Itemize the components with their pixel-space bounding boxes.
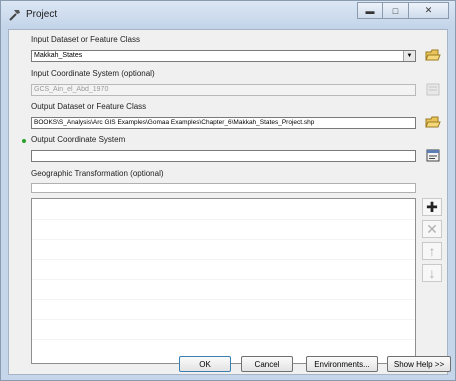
open-folder-icon bbox=[425, 116, 441, 127]
input-dataset-browse-button[interactable] bbox=[423, 47, 443, 63]
list-row-divider bbox=[32, 259, 415, 260]
output-dataset-field[interactable]: BOOKS\S_Analysis\Arc GIS Examples\Gomaa … bbox=[31, 117, 416, 129]
geo-transform-combo[interactable] bbox=[31, 183, 416, 193]
output-coord-label: Output Coordinate System bbox=[31, 135, 126, 144]
list-row-divider bbox=[32, 299, 415, 300]
input-coord-properties-button bbox=[423, 81, 443, 97]
show-help-button[interactable]: Show Help >> bbox=[387, 356, 451, 372]
close-icon: ✕ bbox=[424, 5, 433, 15]
output-dataset-browse-button[interactable] bbox=[423, 114, 443, 130]
hammer-icon bbox=[9, 10, 20, 21]
input-coord-value: GCS_Ain_el_Abd_1970 bbox=[34, 86, 109, 93]
close-button[interactable]: ✕ bbox=[409, 2, 449, 19]
list-row-divider bbox=[32, 219, 415, 220]
move-up-button: ↑ bbox=[422, 242, 442, 260]
dialog-body: Input Dataset or Feature Class Makkah_St… bbox=[8, 29, 448, 375]
title-bar[interactable]: Project ▬ □ ✕ bbox=[1, 1, 455, 29]
maximize-button[interactable]: □ bbox=[383, 2, 409, 19]
properties-icon bbox=[426, 149, 440, 161]
open-folder-icon bbox=[425, 49, 441, 60]
plus-icon: ✚ bbox=[426, 198, 438, 215]
arrow-down-icon: ↓ bbox=[428, 265, 436, 281]
list-row-divider bbox=[32, 319, 415, 320]
list-row-divider bbox=[32, 279, 415, 280]
remove-x-icon: ✕ bbox=[426, 220, 438, 237]
move-down-button: ↓ bbox=[422, 264, 442, 282]
required-indicator-icon bbox=[22, 139, 26, 143]
window-title: Project bbox=[26, 9, 58, 20]
remove-button: ✕ bbox=[422, 220, 442, 238]
minimize-icon: ▬ bbox=[365, 5, 375, 16]
environments-button[interactable]: Environments... bbox=[306, 356, 378, 372]
input-dataset-value: Makkah_States bbox=[34, 52, 83, 59]
input-coord-field: GCS_Ain_el_Abd_1970 bbox=[31, 84, 416, 96]
input-dataset-label: Input Dataset or Feature Class bbox=[31, 35, 140, 44]
cancel-button[interactable]: Cancel bbox=[241, 356, 293, 372]
add-button[interactable]: ✚ bbox=[422, 198, 442, 216]
output-dataset-label: Output Dataset or Feature Class bbox=[31, 102, 147, 111]
chevron-down-icon[interactable]: ▼ bbox=[403, 51, 415, 61]
properties-icon bbox=[426, 83, 440, 95]
input-coord-label: Input Coordinate System (optional) bbox=[31, 69, 155, 78]
ok-button[interactable]: OK bbox=[179, 356, 231, 372]
list-row-divider bbox=[32, 239, 415, 240]
input-dataset-combo[interactable]: Makkah_States ▼ bbox=[31, 50, 416, 62]
project-dialog: Project ▬ □ ✕ Input Dataset or Feature C… bbox=[0, 0, 456, 381]
output-coord-properties-button[interactable] bbox=[423, 147, 443, 163]
list-row-divider bbox=[32, 339, 415, 340]
geo-transform-label: Geographic Transformation (optional) bbox=[31, 169, 164, 178]
output-coord-field[interactable] bbox=[31, 150, 416, 162]
output-dataset-value: BOOKS\S_Analysis\Arc GIS Examples\Gomaa … bbox=[34, 119, 315, 126]
arrow-up-icon: ↑ bbox=[428, 243, 436, 259]
maximize-icon: □ bbox=[392, 5, 399, 16]
geo-transform-list[interactable] bbox=[31, 198, 416, 364]
minimize-button[interactable]: ▬ bbox=[357, 2, 383, 19]
